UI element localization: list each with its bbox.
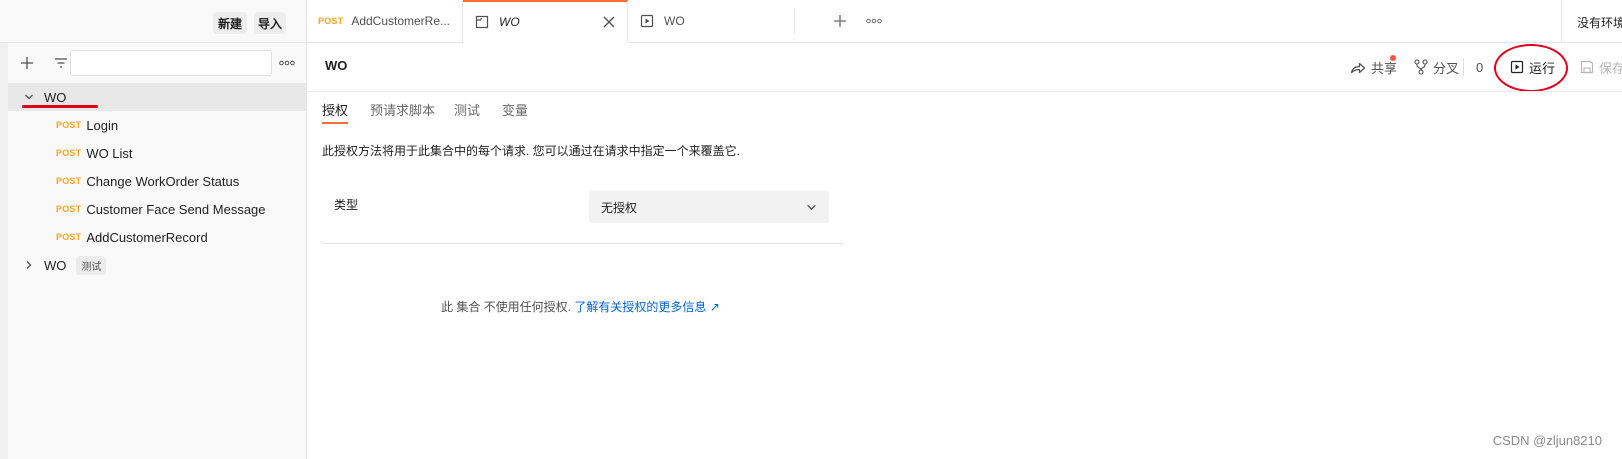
tab-label: AddCustomerRe... xyxy=(351,14,451,28)
tab-wo-collection[interactable]: WO xyxy=(463,0,628,43)
type-label: 类型 xyxy=(334,198,359,212)
request-item-change-workorder-status[interactable]: POST Change WorkOrder Status xyxy=(8,167,306,195)
fork-icon xyxy=(1414,59,1428,75)
save-label: 保存 xyxy=(1599,60,1622,76)
watermark: CSDN @zljun8210 xyxy=(1492,433,1602,448)
search-input[interactable] xyxy=(70,50,272,76)
save-icon xyxy=(1580,60,1594,74)
collection-icon xyxy=(475,15,489,29)
env-divider xyxy=(1561,0,1562,42)
request-item-addcustomerrecord[interactable]: POST AddCustomerRecord xyxy=(8,223,306,251)
method-badge: POST xyxy=(318,16,344,26)
tab-addcustomerrecord[interactable]: POST AddCustomerRe... xyxy=(306,0,463,42)
new-button[interactable]: 新建 xyxy=(213,12,247,34)
no-auth-info: 此 集合 不使用任何授权. 了解有关授权的更多信息 ↗ xyxy=(441,298,720,315)
method-badge: POST xyxy=(56,232,82,242)
filter-icon[interactable] xyxy=(54,57,68,69)
add-collection-icon[interactable] xyxy=(20,56,34,70)
more-options-icon[interactable] xyxy=(279,60,295,66)
tab-label: WO xyxy=(499,15,520,29)
chevron-down-icon xyxy=(806,202,817,213)
fork-count: 0 xyxy=(1476,59,1484,75)
collection-title: WO xyxy=(325,58,348,73)
request-item-wo-list[interactable]: POST WO List xyxy=(8,139,306,167)
tab-wo-runner[interactable]: WO xyxy=(628,0,794,42)
add-tab-icon[interactable] xyxy=(833,14,847,28)
request-item-login[interactable]: POST Login xyxy=(8,111,306,139)
close-icon[interactable] xyxy=(603,16,615,28)
method-badge: POST xyxy=(56,176,82,186)
chevron-right-icon[interactable] xyxy=(22,258,36,272)
request-name: Login xyxy=(86,117,119,133)
request-name: AddCustomerRecord xyxy=(86,229,208,245)
learn-more-link[interactable]: 了解有关授权的更多信息 ↗ xyxy=(574,300,719,314)
auth-description: 此授权方法将用于此集合中的每个请求. 您可以通过在请求中指定一个来覆盖它. xyxy=(322,144,741,158)
share-icon xyxy=(1350,60,1366,74)
fork-divider xyxy=(1463,58,1464,76)
method-badge: POST xyxy=(56,120,82,130)
annotation-circle xyxy=(1494,44,1568,92)
header-divider xyxy=(306,91,1622,92)
info-text: 此 集合 不使用任何授权. xyxy=(441,300,572,314)
save-button[interactable]: 保存 xyxy=(1580,56,1622,78)
request-name: Customer Face Send Message xyxy=(86,201,266,217)
sidebar-edge xyxy=(0,43,8,459)
method-badge: POST xyxy=(56,204,82,214)
auth-type-select[interactable]: 无授权 xyxy=(589,191,829,223)
tab-tests[interactable]: 测试 xyxy=(454,100,480,122)
fork-button[interactable]: 分叉 xyxy=(1414,56,1459,78)
notification-dot xyxy=(1390,55,1396,61)
collection-name: WO xyxy=(44,89,67,105)
tab-label: WO xyxy=(664,14,685,28)
request-name: WO List xyxy=(86,145,133,161)
fork-label: 分叉 xyxy=(1433,60,1460,76)
tab-authorization[interactable]: 授权 xyxy=(322,100,348,122)
collection-wo-test[interactable]: WO 测试 xyxy=(8,251,306,279)
auth-type-value: 无授权 xyxy=(601,200,638,215)
request-name: Change WorkOrder Status xyxy=(86,173,240,189)
method-badge: POST xyxy=(56,148,82,158)
request-item-customer-face-send-message[interactable]: POST Customer Face Send Message xyxy=(8,195,306,223)
active-tab-indicator xyxy=(322,122,348,124)
tab-divider xyxy=(794,8,795,34)
chevron-down-icon[interactable] xyxy=(22,90,36,104)
environment-selector[interactable]: 没有环境 xyxy=(1577,14,1622,31)
fork-badge: 测试 xyxy=(76,255,107,275)
annotation-underline xyxy=(22,105,98,108)
import-button[interactable]: 导入 xyxy=(254,12,286,34)
section-divider xyxy=(322,243,844,244)
runner-icon xyxy=(640,14,654,28)
tab-variables[interactable]: 变量 xyxy=(502,100,528,122)
collection-name: WO xyxy=(44,257,67,273)
more-tabs-icon[interactable] xyxy=(866,18,882,24)
tab-pre-request-script[interactable]: 预请求脚本 xyxy=(370,100,435,122)
